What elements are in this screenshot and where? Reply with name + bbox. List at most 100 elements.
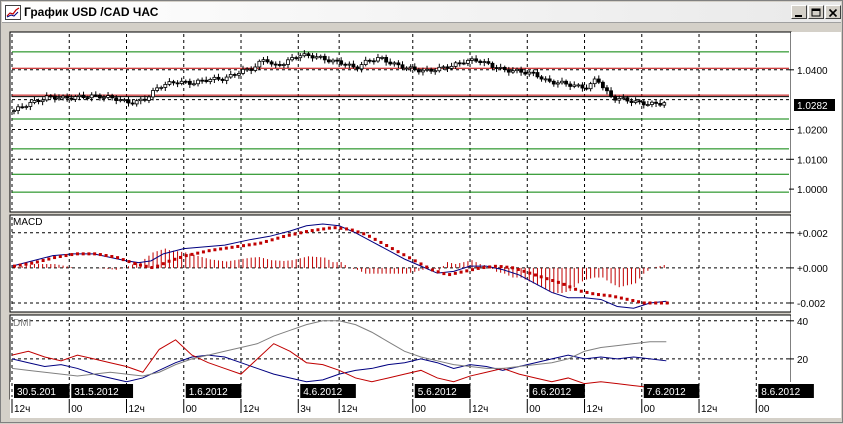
signal-dot <box>339 226 343 230</box>
candle-body <box>625 97 630 102</box>
date-label: 4.6.2012 <box>303 387 342 398</box>
candle-body <box>543 78 548 81</box>
signal-dot <box>201 250 205 254</box>
signal-dot <box>173 257 177 261</box>
candle-body <box>347 63 352 66</box>
chart-window: График USD /CAD ЧАС 1.0400 1.0200 1.0100 1.… <box>0 0 843 423</box>
candle-body <box>633 100 638 103</box>
candle-body <box>89 94 94 99</box>
signal-dot <box>70 253 74 257</box>
candle-body <box>412 66 417 70</box>
candle-body <box>52 95 57 100</box>
signal-dot <box>373 237 377 241</box>
candle-body <box>44 95 49 101</box>
signal-dot <box>138 263 142 267</box>
candle-body <box>515 68 519 72</box>
signal-dot <box>144 264 148 268</box>
signal-dot <box>24 262 28 266</box>
candle-body <box>20 106 25 109</box>
candle-body <box>429 68 434 72</box>
candle-body <box>441 66 446 69</box>
candle-body <box>605 87 609 92</box>
signal-dot <box>133 262 137 266</box>
hour-label: 00 <box>758 404 770 415</box>
dmi-panel-title: DMI <box>13 318 31 329</box>
candle-body <box>114 97 119 101</box>
candle-body <box>273 63 278 66</box>
date-label: 8.6.2012 <box>761 387 800 398</box>
candle-body <box>461 62 466 65</box>
hour-label: 12ч <box>129 404 145 415</box>
signal-dot <box>184 254 188 258</box>
signal-dot <box>562 282 566 286</box>
signal-dot <box>642 301 646 305</box>
signal-dot <box>356 230 360 234</box>
signal-dot <box>448 273 452 277</box>
signal-dot <box>493 264 497 268</box>
candle-body <box>69 97 74 100</box>
candle-body <box>645 104 650 106</box>
signal-dot <box>58 255 62 259</box>
candle-body <box>142 98 147 101</box>
signal-dot <box>436 270 440 274</box>
price-tick-label: 1.0200 <box>797 125 828 136</box>
chart-canvas[interactable]: 1.0400 1.0200 1.0100 1.0000 1.0282 +0.002 +0.0… <box>1 1 843 424</box>
signal-dot <box>402 253 406 257</box>
candle-body <box>57 97 61 100</box>
signal-dot <box>196 251 200 255</box>
dmi-tick-label: 20 <box>797 355 809 366</box>
date-label: 31.5.2012 <box>74 387 119 398</box>
candle-body <box>396 62 401 66</box>
candle-body <box>371 60 376 63</box>
candle-body <box>388 61 393 65</box>
candle-body <box>535 72 540 78</box>
signal-dot <box>35 260 39 264</box>
signal-dot <box>150 266 154 270</box>
candle-body <box>118 99 123 102</box>
signal-dot <box>390 247 394 251</box>
hour-label: 12ч <box>341 404 357 415</box>
candle-body <box>171 81 176 84</box>
candle-body <box>568 83 573 87</box>
candle-body <box>32 100 37 103</box>
signal-dot <box>625 297 629 301</box>
signal-dot <box>442 272 446 276</box>
hour-label: 12ч <box>587 404 603 415</box>
signal-dot <box>596 293 600 297</box>
candle-body <box>24 106 29 108</box>
candle-body <box>498 66 503 69</box>
signal-dot <box>385 244 389 248</box>
hour-label: 00 <box>644 404 656 415</box>
price-tick-label: 1.0100 <box>797 155 828 166</box>
candle-body <box>453 62 458 67</box>
signal-dot <box>659 301 663 305</box>
macd-panel-title: MACD <box>13 217 42 228</box>
signal-dot <box>551 279 555 283</box>
signal-dot <box>465 269 469 273</box>
signal-dot <box>333 226 337 230</box>
signal-dot <box>224 246 228 250</box>
candle-body <box>61 95 65 99</box>
date-label: 30.5.201 <box>17 387 56 398</box>
macd-tick-label: +0.000 <box>797 264 828 275</box>
signal-dot <box>396 250 400 254</box>
candle-body <box>134 100 139 105</box>
signal-dot <box>602 293 606 297</box>
candle-body <box>617 97 622 101</box>
candle-body <box>376 57 380 62</box>
signal-dot <box>459 270 463 274</box>
candle-body <box>257 60 262 68</box>
signal-dot <box>41 259 45 263</box>
candle-body <box>286 59 290 65</box>
candle-body <box>547 78 552 82</box>
candle-body <box>200 79 205 82</box>
candle-body <box>85 97 90 100</box>
date-label: 1.6.2012 <box>189 387 228 398</box>
candle-body <box>179 80 184 84</box>
candle-body <box>641 101 646 106</box>
candle-body <box>253 66 258 71</box>
candle-body <box>192 83 196 86</box>
candle-body <box>282 64 286 66</box>
candle-body <box>216 76 221 80</box>
candle-body <box>384 57 389 63</box>
